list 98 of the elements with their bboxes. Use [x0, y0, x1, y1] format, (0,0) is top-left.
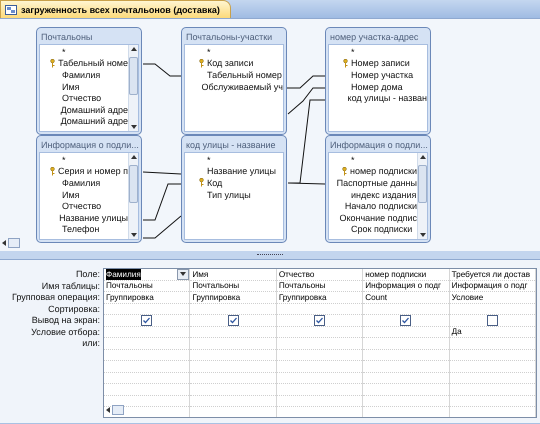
scroll-thumb[interactable] [129, 165, 138, 203]
field-name[interactable]: Начало подписки [344, 201, 417, 212]
criteria-cell: Да [452, 326, 462, 338]
row-label: или: [82, 338, 100, 350]
table-title: Почтальоны-участки [185, 31, 274, 44]
total-cell: Группировка [106, 292, 154, 303]
field-name[interactable]: * [62, 46, 66, 57]
total-cell: Группировка [278, 292, 327, 303]
up-arrow-icon[interactable] [130, 47, 136, 51]
field-name[interactable]: Домашний адре [60, 116, 128, 126]
field-name[interactable]: Серия и номер п [58, 166, 128, 176]
field-name[interactable]: Табельный номе [58, 58, 128, 68]
table-title: Почтальоны [40, 31, 94, 44]
field-cell[interactable]: Отчество [278, 269, 314, 280]
table-cell: Почтальоны [192, 280, 240, 292]
table-box[interactable]: Информация о подли... * номер подписки Паспортные данны индекс издания Начало подписки Окончание подпис Срок подписки [325, 135, 431, 243]
table-box[interactable]: Почтальоны * Табельный номе Фамилия Имя Отчество Домашний адре Домашний адре [36, 27, 142, 135]
row-label: Поле: [76, 269, 100, 280]
field-name[interactable]: Название улицы [207, 166, 276, 176]
table-title: Информация о подли... [40, 139, 140, 152]
down-arrow-icon[interactable] [130, 125, 136, 129]
scrollbar[interactable] [128, 153, 138, 239]
query-icon [5, 4, 17, 14]
field-cell[interactable]: Фамилия [106, 269, 141, 280]
field-name[interactable]: Фамилия [62, 70, 100, 80]
show-checkbox[interactable] [314, 315, 326, 326]
left-arrow-icon[interactable] [2, 240, 6, 246]
up-arrow-icon[interactable] [130, 155, 136, 159]
scrollbar[interactable] [417, 153, 427, 239]
table-cell: Информация о подг [365, 280, 442, 292]
table-cell: Информация о подг [452, 280, 528, 292]
total-cell: Count [365, 292, 388, 303]
table-box[interactable]: Информация о подли... * Серия и номер п Фамилия Имя Отчество Название улицы Телефон [36, 135, 142, 243]
field-name[interactable]: Имя [62, 190, 80, 200]
field-name[interactable]: Тип улицы [207, 190, 251, 200]
field-name[interactable]: Отчество [62, 201, 102, 212]
field-name[interactable]: Номер записи [351, 58, 410, 68]
field-name[interactable]: * [207, 46, 211, 57]
horizontal-scrollbar[interactable] [106, 405, 124, 415]
field-name[interactable]: Фамилия [62, 178, 100, 188]
field-name[interactable]: Имя [62, 82, 80, 92]
field-name[interactable]: Окончание подпис [339, 212, 417, 223]
scroll-thumb[interactable] [8, 238, 20, 248]
relationship-line [142, 172, 182, 174]
field-name[interactable]: код улицы - назван [348, 93, 427, 104]
table-cell: Почтальоны [278, 280, 326, 292]
show-checkbox[interactable] [400, 315, 412, 326]
row-label: Групповая операция: [12, 292, 100, 304]
scroll-thumb[interactable] [418, 165, 427, 203]
field-name[interactable]: Номер дома [351, 82, 403, 92]
field-name[interactable]: номер подписки [350, 166, 417, 176]
field-name[interactable]: Название улицы [59, 212, 128, 223]
query-tab[interactable]: загруженность всех почтальонов (доставка) [0, 0, 231, 18]
field-cell[interactable]: номер подписки [365, 269, 426, 280]
field-name[interactable]: * [351, 154, 355, 165]
table-cell: Почтальоны [106, 280, 153, 292]
scroll-thumb[interactable] [129, 57, 138, 95]
field-name[interactable]: Паспортные данны [336, 178, 417, 188]
field-name[interactable]: Отчество [62, 93, 102, 104]
up-arrow-icon[interactable] [420, 155, 426, 159]
field-cell[interactable]: Имя [192, 269, 208, 280]
down-arrow-icon[interactable] [130, 233, 136, 237]
total-cell: Группировка [192, 292, 240, 303]
field-name[interactable]: Код [207, 178, 222, 188]
row-label: Вывод на экран: [32, 315, 100, 326]
show-checkbox[interactable] [141, 315, 152, 326]
caret-icon [180, 272, 186, 276]
field-name[interactable]: Код записи [207, 58, 254, 68]
field-name[interactable]: * [62, 154, 66, 165]
field-name[interactable]: Срок подписки [351, 224, 412, 234]
down-arrow-icon[interactable] [420, 233, 426, 237]
relationship-line [142, 64, 182, 76]
table-title: номер участка-адрес [329, 31, 420, 44]
row-label: Имя таблицы: [42, 280, 100, 292]
horizontal-scrollbar[interactable] [2, 238, 20, 248]
table-title: код улицы - название [185, 139, 276, 152]
field-name[interactable]: Обслуживаемый уч [201, 82, 283, 92]
field-cell[interactable]: Требуется ли достав [452, 269, 530, 280]
table-box[interactable]: Почтальоны-участки * Код записи Табельный номер Обслуживаемый уч [181, 27, 287, 135]
table-box[interactable]: номер участка-адрес * Номер записи Номер участка Номер дома код улицы - назван [325, 27, 431, 135]
field-name[interactable]: * [351, 46, 355, 57]
scrollbar[interactable] [128, 45, 138, 131]
show-checkbox[interactable] [486, 315, 498, 326]
total-cell: Условие [452, 292, 484, 303]
field-name[interactable]: Домашний адре [60, 104, 128, 115]
show-checkbox[interactable] [228, 315, 239, 326]
field-name[interactable]: индекс издания [351, 190, 416, 200]
field-name[interactable]: Телефон [62, 224, 100, 234]
scroll-thumb[interactable] [112, 405, 124, 415]
row-label: Сортировка: [48, 304, 100, 315]
dropdown-button[interactable] [177, 269, 190, 280]
table-title: Информация о подли... [329, 139, 429, 152]
row-label: Условие отбора: [31, 326, 100, 338]
left-arrow-icon[interactable] [106, 407, 110, 413]
field-name[interactable]: * [207, 154, 211, 165]
field-name[interactable]: Номер участка [351, 70, 414, 80]
field-name[interactable]: Табельный номер [207, 70, 282, 80]
table-box[interactable]: код улицы - название * Название улицы Код Тип улицы [181, 135, 287, 243]
